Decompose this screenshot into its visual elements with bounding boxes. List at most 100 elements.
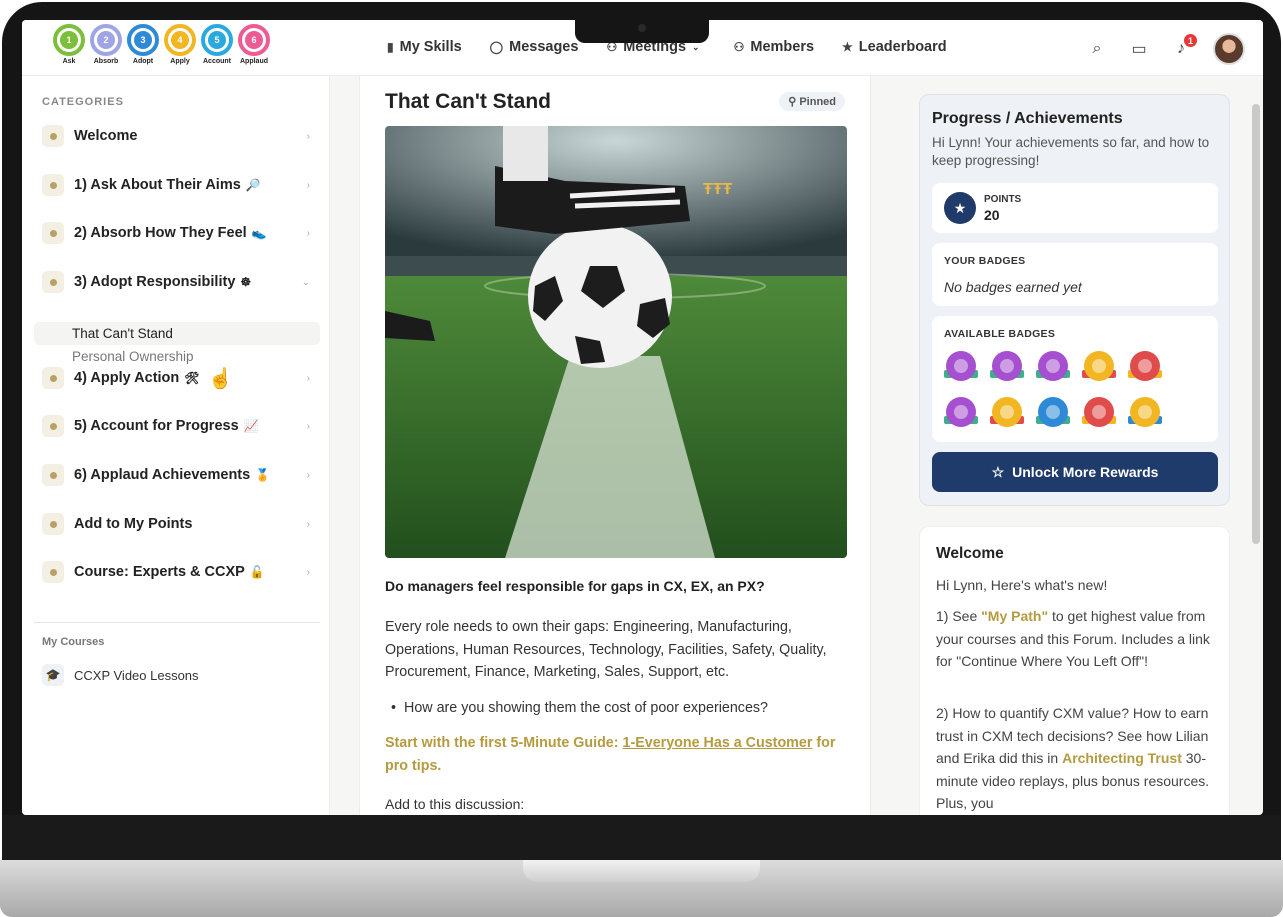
chevron-right-icon: › [306, 518, 310, 530]
camera-notch [575, 18, 709, 43]
sidebar-item-text: 4) Apply Action [74, 370, 180, 386]
post-hero-image: ŦŦŦ [385, 126, 847, 558]
logo-step-number: 5 [208, 31, 226, 49]
sidebar-item-label: 2) Absorb How They Feel 👟 [74, 225, 307, 241]
category-dot-icon [42, 561, 64, 583]
badge-icon[interactable] [990, 396, 1024, 432]
badge-medal [1038, 397, 1068, 427]
nav-messages[interactable]: ◯ Messages [490, 39, 579, 55]
badge-icon[interactable] [1128, 396, 1162, 432]
badge-icon[interactable] [1128, 350, 1162, 386]
badge-icon[interactable] [990, 350, 1024, 386]
badge-icon[interactable] [944, 396, 978, 432]
course-link[interactable]: 🎓 CCXP Video Lessons [42, 664, 199, 686]
sidebar-item[interactable]: 1) Ask About Their Aims 🔎 › [42, 171, 310, 199]
sidebar-subitem-personal-ownership[interactable]: Personal Ownership [72, 349, 194, 364]
sidebar-item-text: 2) Absorb How They Feel [74, 225, 247, 241]
unlock-rewards-button[interactable]: ☆ Unlock More Rewards [932, 452, 1218, 492]
logo-ring-icon: 4 [164, 24, 196, 56]
item1-pre: 1) See [936, 608, 982, 624]
sidebar-item-label: Add to My Points [74, 516, 307, 532]
nav-label: Leaderboard [858, 39, 947, 55]
sidebar-item-label: Course: Experts & CCXP 🔓 [74, 564, 307, 580]
logo-ring-icon: 5 [201, 24, 233, 56]
sidebar-item-label: 1) Ask About Their Aims 🔎 [74, 177, 307, 193]
achievements-title: Progress / Achievements [932, 110, 1123, 127]
members-icon: ⚇ [733, 40, 745, 54]
badge-icon[interactable] [1036, 396, 1070, 432]
chevron-right-icon: › [306, 469, 310, 481]
logo-step-number: 6 [245, 31, 263, 49]
sidebar-item[interactable]: 2) Absorb How They Feel 👟 › [42, 219, 310, 247]
sidebar-item[interactable]: 3) Adopt Responsibility ☸ ⌄ [42, 268, 310, 296]
badge-medal [992, 351, 1022, 381]
logo-step-caption: Applaud [240, 58, 268, 65]
brand-logo[interactable]: 1 Ask 2 Absorb 3 Adopt 4 Apply 5 Account 6 Applaud [52, 24, 271, 65]
sidebar-item[interactable]: 6) Applaud Achievements 🏅 › [42, 461, 310, 489]
badge-medal [946, 397, 976, 427]
category-dot-icon [42, 367, 64, 389]
laptop-base [0, 860, 1283, 917]
logo-ring-icon: 1 [53, 24, 85, 56]
search-icon[interactable]: ⌕ [1087, 40, 1107, 58]
your-badges-label: YOUR BADGES [944, 255, 1026, 267]
post-cta: Start with the first 5-Minute Guide: 1-E… [385, 732, 855, 777]
pinned-label: Pinned [799, 96, 836, 108]
avatar[interactable] [1213, 33, 1245, 65]
badge-icon[interactable] [1082, 396, 1116, 432]
nav-label: Messages [509, 39, 579, 55]
category-emoji-icon: 👟 [251, 226, 267, 240]
sidebar-item-text: Welcome [74, 128, 138, 144]
soccer-ball-photo: ŦŦŦ [385, 126, 847, 558]
sidebar-item-label: 3) Adopt Responsibility ☸ [74, 274, 302, 290]
logo-step-number: 4 [171, 31, 189, 49]
notification-badge: 1 [1184, 34, 1197, 47]
sidebar-item[interactable]: Course: Experts & CCXP 🔓 › [42, 558, 310, 586]
available-badges-card: AVAILABLE BADGES [932, 316, 1218, 442]
sidebar-item[interactable]: 5) Account for Progress 📈 › [42, 412, 310, 440]
logo-step-caption: Adopt [132, 58, 154, 65]
badge-icon[interactable] [944, 350, 978, 386]
sidebar-item-text: 1) Ask About Their Aims [74, 177, 241, 193]
chat-icon[interactable]: ▭ [1129, 39, 1149, 59]
my-path-link[interactable]: "My Path" [981, 608, 1048, 624]
chevron-down-icon: ⌄ [301, 276, 310, 288]
architecting-trust-link[interactable]: Architecting Trust [1062, 750, 1182, 766]
achievements-subtitle: Hi Lynn! Your achievements so far, and h… [932, 135, 1210, 168]
logo-step: 3 Adopt [126, 24, 160, 65]
sidebar-item-text: 5) Account for Progress [74, 418, 239, 434]
sidebar-item[interactable]: Welcome › [42, 122, 310, 150]
logo-step-number: 1 [60, 31, 78, 49]
nav-leaderboard[interactable]: ★ Leaderboard [842, 39, 947, 55]
badge-icon[interactable] [1082, 350, 1116, 386]
sidebar-item-label: 6) Applaud Achievements 🏅 [74, 467, 307, 483]
sidebar-divider [34, 622, 320, 623]
unlock-label: Unlock More Rewards [1012, 464, 1159, 480]
nav-my-skills[interactable]: ▮ My Skills [387, 39, 462, 55]
category-dot-icon [42, 174, 64, 196]
logo-step: 6 Applaud [237, 24, 271, 65]
laptop-frame: 1 Ask 2 Absorb 3 Adopt 4 Apply 5 Account 6 Applaud … [0, 0, 1283, 917]
sidebar-subitem-that-cant-stand[interactable]: That Can't Stand [34, 322, 320, 345]
nav-label: Members [750, 39, 815, 55]
bell-icon[interactable]: ♪ 1 [1171, 34, 1197, 58]
hand-pointer-icon: ☝ [208, 368, 233, 390]
badge-medal [1084, 397, 1114, 427]
nav-members[interactable]: ⚇ Members [734, 39, 814, 55]
badge-icon[interactable] [1036, 350, 1070, 386]
chat-bubble-icon: ◯ [489, 40, 504, 54]
sidebar-item[interactable]: Add to My Points › [42, 510, 310, 538]
logo-ring-icon: 6 [238, 24, 270, 56]
category-emoji-icon: 🏅 [255, 468, 271, 482]
welcome-item-2: 2) How to quantify CXM value? How to ear… [936, 702, 1221, 815]
header-actions: ⌕ ▭ ♪ 1 [1087, 33, 1245, 65]
sidebar-item[interactable]: 4) Apply Action 🛠 › [42, 364, 310, 392]
scrollbar[interactable] [1252, 104, 1260, 544]
badge-medal [992, 397, 1022, 427]
category-dot-icon [42, 222, 64, 244]
logo-step-caption: Apply [170, 58, 190, 65]
sidebar-item-label: Welcome [74, 128, 307, 144]
guide-link[interactable]: 1-Everyone Has a Customer [623, 735, 813, 751]
sidebar-item-label: 5) Account for Progress 📈 [74, 418, 307, 434]
camera-icon [638, 24, 646, 32]
